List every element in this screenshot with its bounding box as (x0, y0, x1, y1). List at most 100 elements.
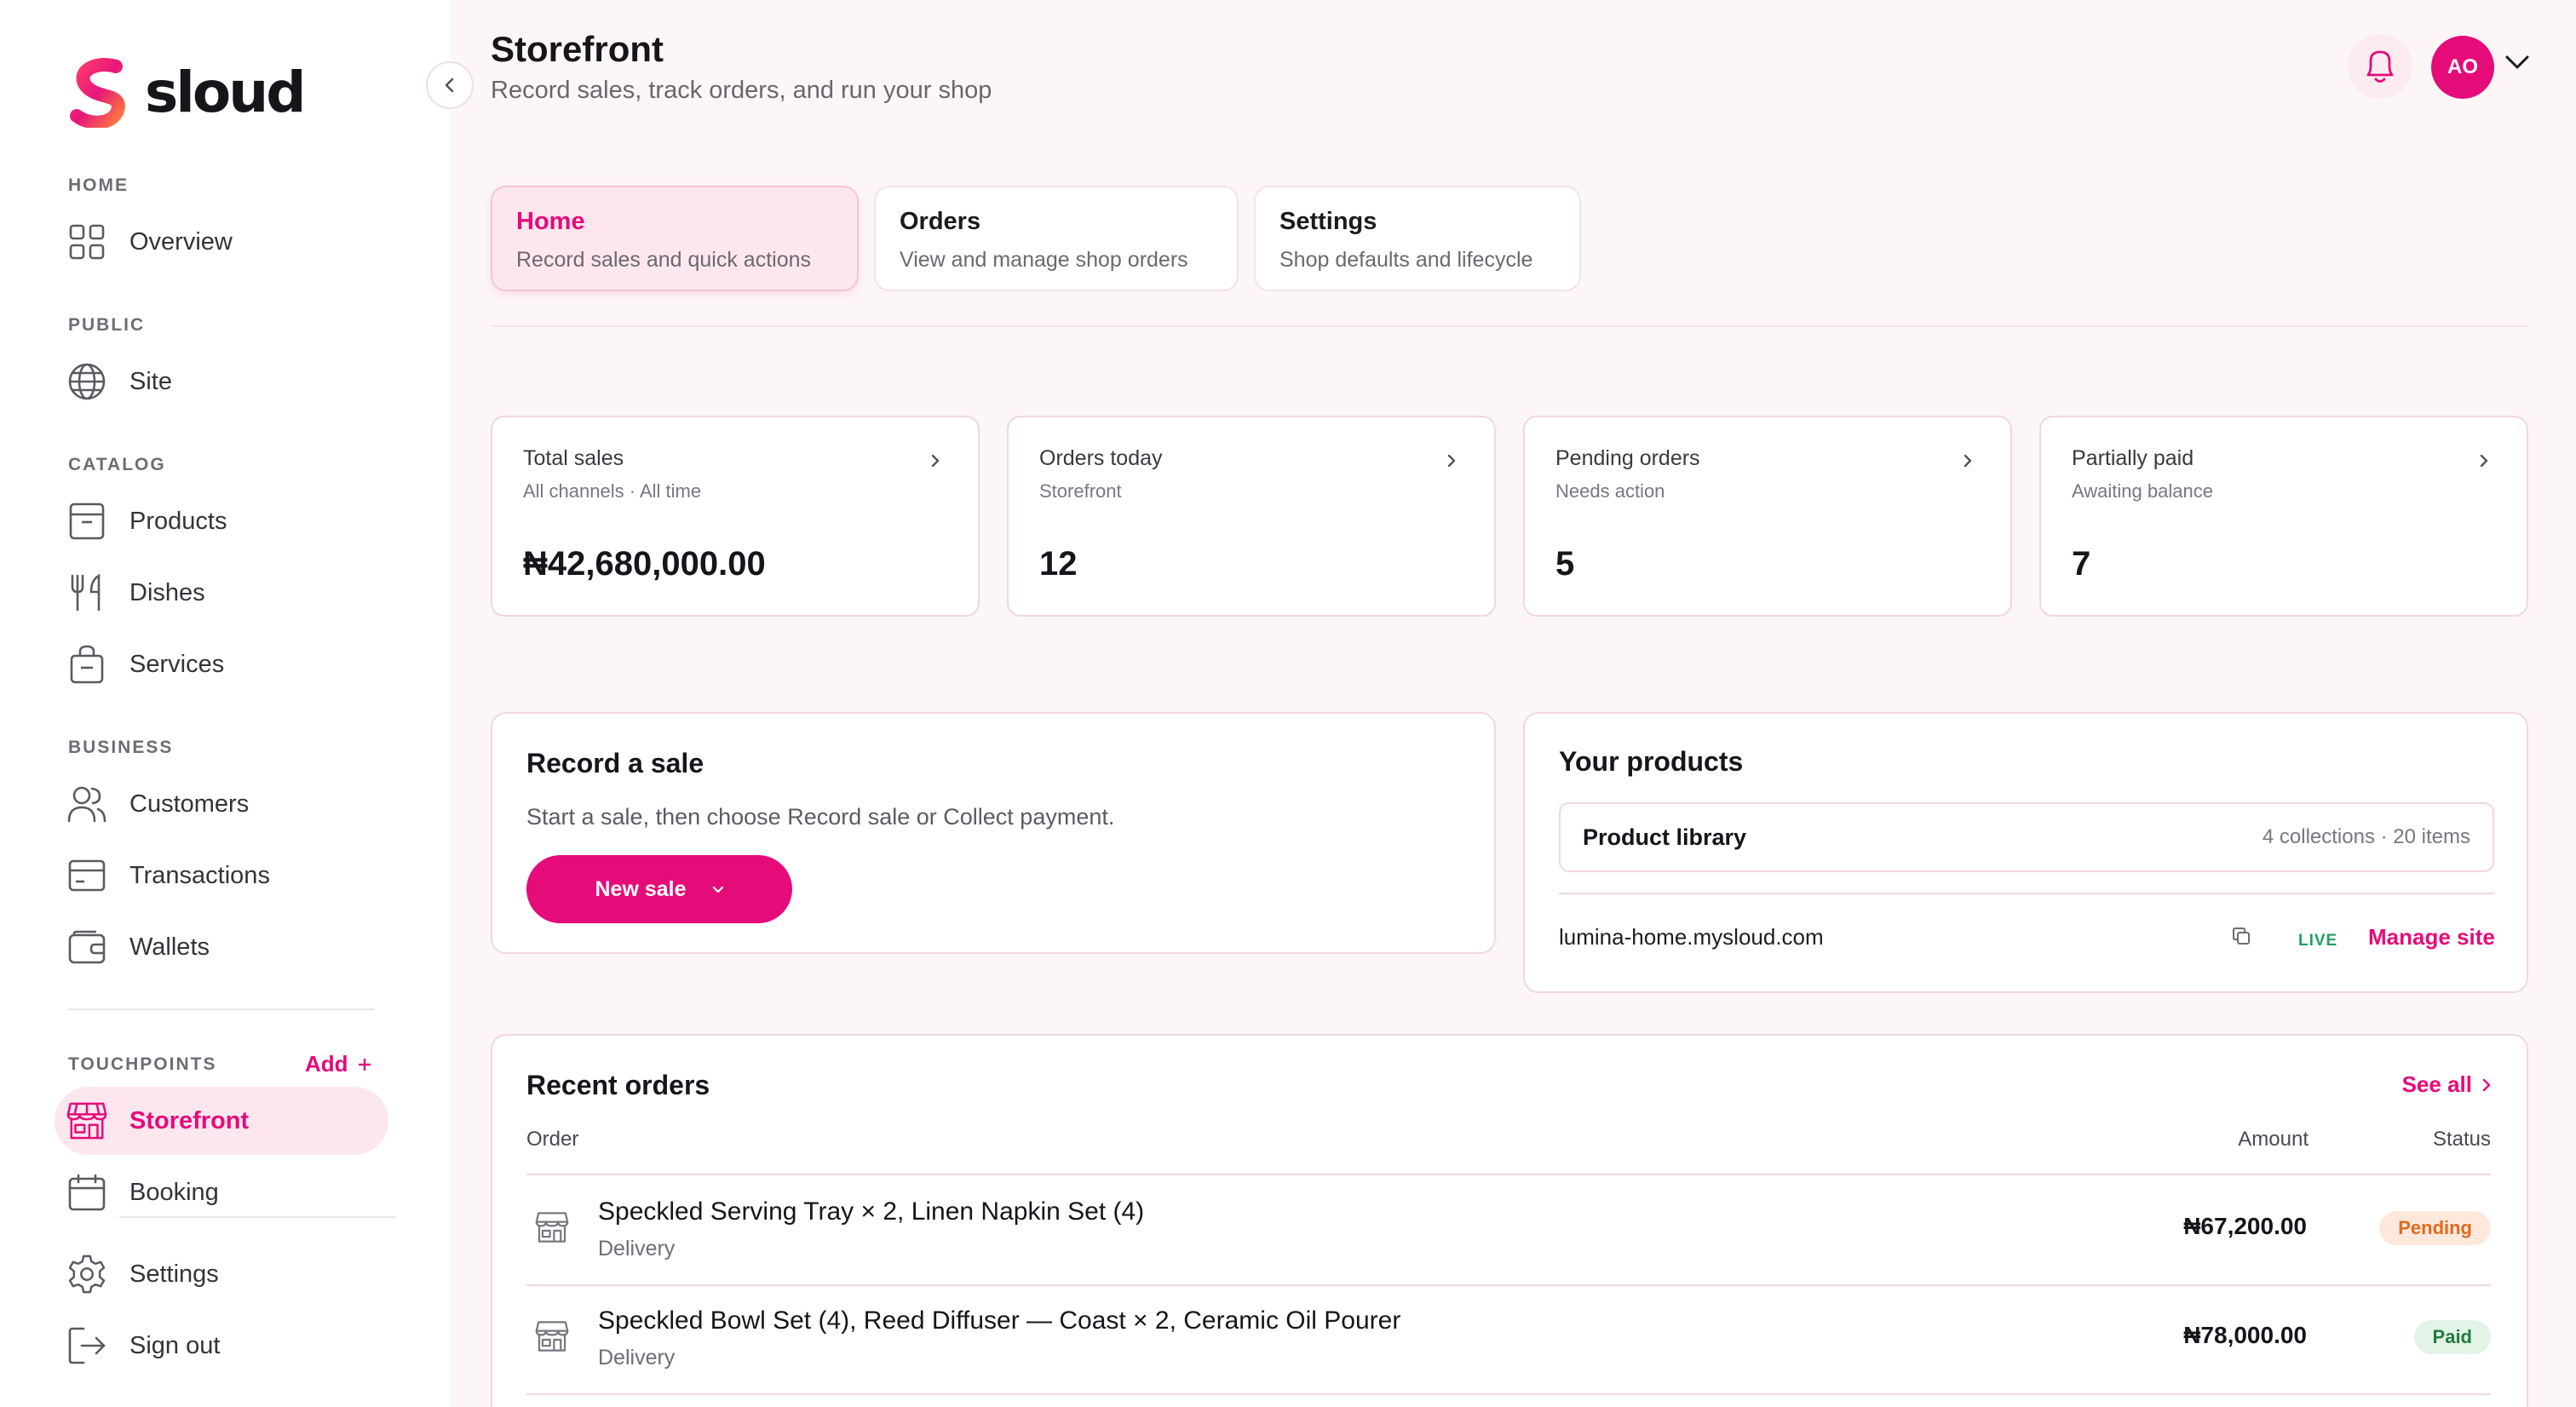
sidebar-item-dishes[interactable]: Dishes (55, 559, 388, 627)
see-all-label: See all (2401, 1071, 2472, 1097)
sidebar-item-label: Booking (129, 1178, 219, 1206)
stat-title: Orders today (1039, 446, 1163, 470)
sidebar-item-transactions[interactable]: Transactions (55, 841, 388, 910)
sidebar-item-site[interactable]: Site (55, 347, 388, 416)
recent-orders-panel: Recent orders See all Order Amount Statu… (491, 1034, 2528, 1407)
stat-card-total-sales[interactable]: Total sales All channels · All time ₦42,… (491, 416, 980, 617)
chevron-right-icon (1963, 453, 1973, 468)
sidebar-divider (68, 1008, 375, 1010)
stat-value: 5 (1555, 545, 1575, 583)
sidebar-item-storefront[interactable]: Storefront (55, 1087, 388, 1155)
stat-card-orders-today[interactable]: Orders today Storefront 12 (1007, 416, 1496, 617)
sidebar-item-label: Settings (129, 1260, 219, 1288)
wallet-icon (66, 927, 107, 968)
stat-card-pending-orders[interactable]: Pending orders Needs action 5 (1523, 416, 2012, 617)
bell-icon (2363, 48, 2397, 85)
recent-orders-title: Recent orders (526, 1070, 710, 1100)
status-badge: Pending (2379, 1211, 2491, 1245)
tab-settings[interactable]: Settings Shop defaults and lifecycle (1254, 186, 1581, 291)
calendar-icon (66, 1172, 107, 1213)
sidebar-item-overview[interactable]: Overview (55, 208, 388, 276)
product-library-row[interactable]: Product library 4 collections · 20 items (1559, 802, 2494, 872)
stat-subtitle: Needs action (1555, 480, 1665, 502)
products-divider (1559, 893, 2494, 894)
products-title: Your products (1559, 746, 1744, 777)
product-library-count: 4 collections · 20 items (2262, 825, 2470, 848)
stat-title: Pending orders (1555, 446, 1700, 470)
store-icon (535, 1320, 569, 1352)
copy-icon[interactable] (2232, 927, 2251, 945)
new-sale-label: New sale (595, 876, 687, 901)
table-row[interactable]: Speckled Serving Tray × 2, Linen Napkin … (526, 1175, 2491, 1284)
stat-subtitle: Awaiting balance (2072, 480, 2213, 502)
table-row[interactable]: Speckled Bowl Set (4), Reed Diffuser — C… (526, 1284, 2491, 1393)
notifications-button[interactable] (2348, 34, 2412, 99)
sidebar-item-customers[interactable]: Customers (55, 770, 388, 838)
order-items: Speckled Serving Tray × 2, Linen Napkin … (598, 1197, 1145, 1226)
order-method: Delivery (598, 1346, 676, 1370)
tab-subtitle: Shop defaults and lifecycle (1279, 248, 1533, 272)
tab-subtitle: Record sales and quick actions (516, 248, 812, 272)
plus-icon (357, 1057, 372, 1072)
sidebar-item-services[interactable]: Services (55, 630, 388, 698)
sidebar: sloud HOME Overview PUBLIC Site CATALOG (0, 0, 450, 1407)
add-touchpoint-button[interactable]: Add (305, 1051, 372, 1077)
nav-section-touchpoints: TOUCHPOINTS (68, 1054, 217, 1074)
manage-site-link[interactable]: Manage site (2368, 924, 2495, 950)
sidebar-item-label: Sign out (129, 1331, 221, 1359)
stat-card-partially-paid[interactable]: Partially paid Awaiting balance 7 (2039, 416, 2528, 617)
tab-home[interactable]: Home Record sales and quick actions (491, 186, 859, 291)
sidebar-item-label: Wallets (129, 933, 210, 961)
nav-section-public: PUBLIC (68, 315, 146, 335)
table-divider (526, 1393, 2491, 1395)
site-url: lumina-home.mysloud.com (1559, 924, 1824, 950)
column-header-amount: Amount (2238, 1128, 2309, 1151)
brand-name: sloud (145, 60, 306, 125)
user-avatar[interactable]: AO (2431, 36, 2494, 99)
order-amount: ₦67,200.00 (2183, 1213, 2307, 1239)
live-badge: LIVE (2298, 932, 2338, 950)
sidebar-divider (119, 1216, 395, 1218)
sidebar-item-label: Customers (129, 790, 250, 818)
stat-title: Partially paid (2072, 446, 2194, 470)
stat-value: 12 (1039, 545, 1078, 583)
archive-box-icon (66, 501, 107, 542)
sidebar-item-label: Dishes (129, 578, 205, 606)
product-library-name: Product library (1583, 824, 1747, 850)
chevron-right-icon (2479, 453, 2489, 468)
sign-out-icon (66, 1325, 107, 1366)
sidebar-item-label: Storefront (129, 1106, 250, 1134)
nav-section-catalog: CATALOG (68, 455, 166, 474)
nav-section-business: BUSINESS (68, 738, 174, 757)
chevron-down-icon[interactable] (2504, 55, 2530, 70)
page-title: Storefront (491, 29, 664, 69)
stat-value: ₦42,680,000.00 (523, 545, 766, 583)
stat-subtitle: Storefront (1039, 480, 1122, 502)
sidebar-item-settings[interactable]: Settings (55, 1240, 388, 1308)
tab-orders[interactable]: Orders View and manage shop orders (874, 186, 1239, 291)
new-sale-button[interactable]: New sale (526, 855, 792, 923)
sidebar-item-label: Site (129, 367, 172, 395)
chevron-left-icon (443, 77, 457, 94)
tabs-divider (491, 325, 2528, 327)
sidebar-item-label: Overview (129, 227, 233, 256)
globe-icon (66, 361, 107, 402)
column-header-order: Order (526, 1128, 579, 1151)
brand-logo[interactable]: sloud (66, 58, 306, 128)
sidebar-item-sign-out[interactable]: Sign out (55, 1312, 388, 1380)
collapse-sidebar-button[interactable] (426, 61, 474, 109)
store-icon (66, 1100, 107, 1141)
page-subtitle: Record sales, track orders, and run your… (491, 77, 992, 104)
tab-title: Settings (1279, 208, 1377, 235)
sidebar-item-label: Transactions (129, 861, 270, 889)
see-all-link[interactable]: See all (2402, 1071, 2491, 1098)
sidebar-item-products[interactable]: Products (55, 487, 388, 555)
store-icon (535, 1211, 569, 1243)
sidebar-item-label: Services (129, 650, 225, 678)
bag-icon (66, 644, 107, 685)
stat-title: Total sales (523, 446, 624, 470)
order-method: Delivery (598, 1237, 676, 1261)
sloud-logo-icon (70, 58, 125, 128)
products-panel: Your products Product library 4 collecti… (1523, 712, 2528, 993)
sidebar-item-wallets[interactable]: Wallets (55, 913, 388, 981)
